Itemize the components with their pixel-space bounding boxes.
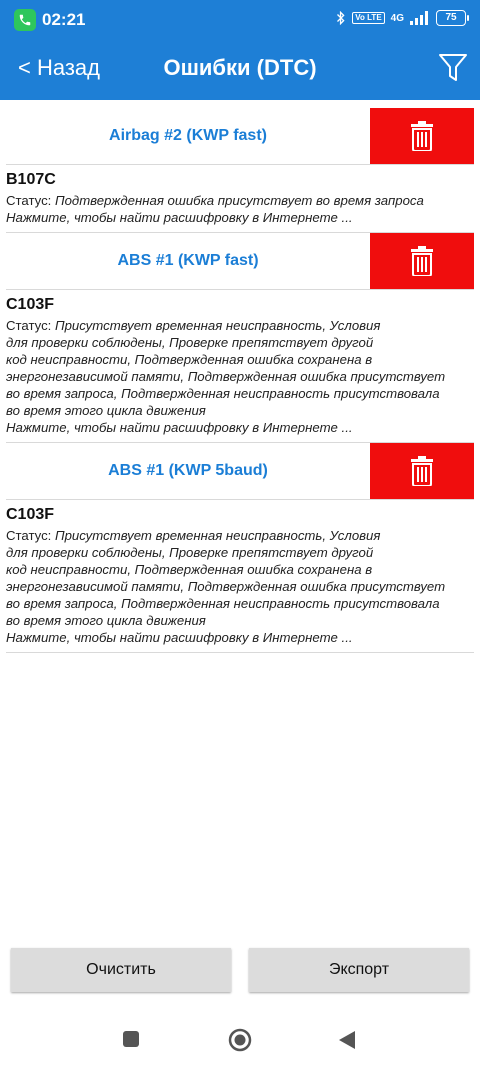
status-right: Vo LTE 4G 75 bbox=[336, 10, 469, 26]
status-label: Статус: bbox=[6, 318, 56, 333]
entry-header: Airbag #2 (KWP fast) bbox=[6, 108, 474, 165]
status-line: во время этого цикла движения bbox=[6, 613, 206, 628]
status-line: код неисправности, Подтвержденная ошибка… bbox=[6, 562, 373, 577]
triangle-back-icon bbox=[339, 1031, 355, 1049]
dtc-list: Airbag #2 (KWP fast) B107C Статус: Подтв… bbox=[0, 108, 480, 653]
delete-button[interactable] bbox=[370, 233, 474, 289]
dtc-status: Статус: Подтвержденная ошибка присутству… bbox=[6, 192, 474, 209]
delete-button[interactable] bbox=[370, 443, 474, 499]
status-bar: 02:21 Vo LTE 4G 75 bbox=[0, 0, 480, 40]
export-button[interactable]: Экспорт bbox=[249, 948, 469, 992]
entry-header: ABS #1 (KWP fast) bbox=[6, 233, 474, 290]
status-line: Присутствует временная неисправность, Ус… bbox=[55, 318, 381, 333]
dtc-entry: ABS #1 (KWP fast) C103F Статус: Присутст… bbox=[6, 233, 474, 443]
status-line: Подтвержденная ошибка присутствует во вр… bbox=[55, 193, 424, 208]
bluetooth-icon bbox=[337, 11, 345, 25]
filter-button[interactable] bbox=[436, 50, 470, 84]
clear-button[interactable]: Очистить bbox=[11, 948, 231, 992]
filter-icon bbox=[439, 54, 467, 81]
phone-icon bbox=[14, 9, 36, 31]
status-label: Статус: bbox=[6, 193, 56, 208]
recent-apps-button[interactable] bbox=[122, 1030, 140, 1053]
trash-icon bbox=[411, 121, 433, 151]
clock: 02:21 bbox=[42, 10, 86, 29]
entry-header: ABS #1 (KWP 5baud) bbox=[6, 443, 474, 500]
ecu-name[interactable]: ABS #1 (KWP 5baud) bbox=[6, 462, 370, 480]
network-type: 4G bbox=[390, 12, 404, 24]
dtc-code: B107C bbox=[6, 171, 56, 188]
dtc-status: Статус: Присутствует временная неисправн… bbox=[6, 527, 474, 629]
status-line: энергонезависимой памяти, Подтвержденная… bbox=[6, 579, 446, 594]
status-line: энергонезависимой памяти, Подтвержденная… bbox=[6, 369, 446, 384]
status-line: для проверки соблюдены, Проверке препятс… bbox=[6, 545, 374, 560]
status-line: Присутствует временная неисправность, Ус… bbox=[55, 528, 381, 543]
status-line: во время этого цикла движения bbox=[6, 403, 206, 418]
entry-body[interactable]: C103F Статус: Присутствует временная неи… bbox=[6, 290, 474, 442]
status-line: во время запроса, Подтвержденная неиспра… bbox=[6, 596, 440, 611]
dtc-code: C103F bbox=[6, 296, 55, 313]
battery-level: 75 bbox=[445, 12, 457, 23]
search-hint[interactable]: Нажмите, чтобы найти расшифровку в Интер… bbox=[6, 209, 474, 226]
nav-back-button[interactable] bbox=[338, 1030, 356, 1055]
battery-icon: 75 bbox=[436, 10, 469, 26]
home-button[interactable] bbox=[228, 1028, 252, 1057]
entry-body[interactable]: B107C Статус: Подтвержденная ошибка прис… bbox=[6, 165, 474, 232]
dtc-entry: Airbag #2 (KWP fast) B107C Статус: Подтв… bbox=[6, 108, 474, 233]
dtc-entry: ABS #1 (KWP 5baud) C103F Статус: Присутс… bbox=[6, 443, 474, 653]
delete-button[interactable] bbox=[370, 108, 474, 164]
system-nav-bar bbox=[0, 1010, 480, 1068]
status-line: для проверки соблюдены, Проверке препятс… bbox=[6, 335, 374, 350]
entry-body[interactable]: C103F Статус: Присутствует временная неи… bbox=[6, 500, 474, 652]
status-line: во время запроса, Подтвержденная неиспра… bbox=[6, 386, 440, 401]
back-button[interactable]: < Назад bbox=[18, 55, 100, 81]
status-line: код неисправности, Подтвержденная ошибка… bbox=[6, 352, 373, 367]
trash-icon bbox=[411, 456, 433, 486]
square-icon bbox=[123, 1031, 139, 1047]
ecu-name[interactable]: ABS #1 (KWP fast) bbox=[6, 252, 370, 270]
dtc-code: C103F bbox=[6, 506, 55, 523]
search-hint[interactable]: Нажмите, чтобы найти расшифровку в Интер… bbox=[6, 419, 474, 436]
trash-icon bbox=[411, 246, 433, 276]
signal-icon bbox=[410, 11, 428, 25]
volte-badge: Vo LTE bbox=[352, 12, 385, 24]
status-label: Статус: bbox=[6, 528, 56, 543]
dtc-status: Статус: Присутствует временная неисправн… bbox=[6, 317, 474, 419]
circle-icon bbox=[228, 1028, 252, 1052]
app-bar: 02:21 Vo LTE 4G 75 < Назад Ошибки (DTC) bbox=[0, 0, 480, 100]
ecu-name[interactable]: Airbag #2 (KWP fast) bbox=[6, 127, 370, 145]
search-hint[interactable]: Нажмите, чтобы найти расшифровку в Интер… bbox=[6, 629, 474, 646]
status-left: 02:21 bbox=[14, 9, 85, 31]
